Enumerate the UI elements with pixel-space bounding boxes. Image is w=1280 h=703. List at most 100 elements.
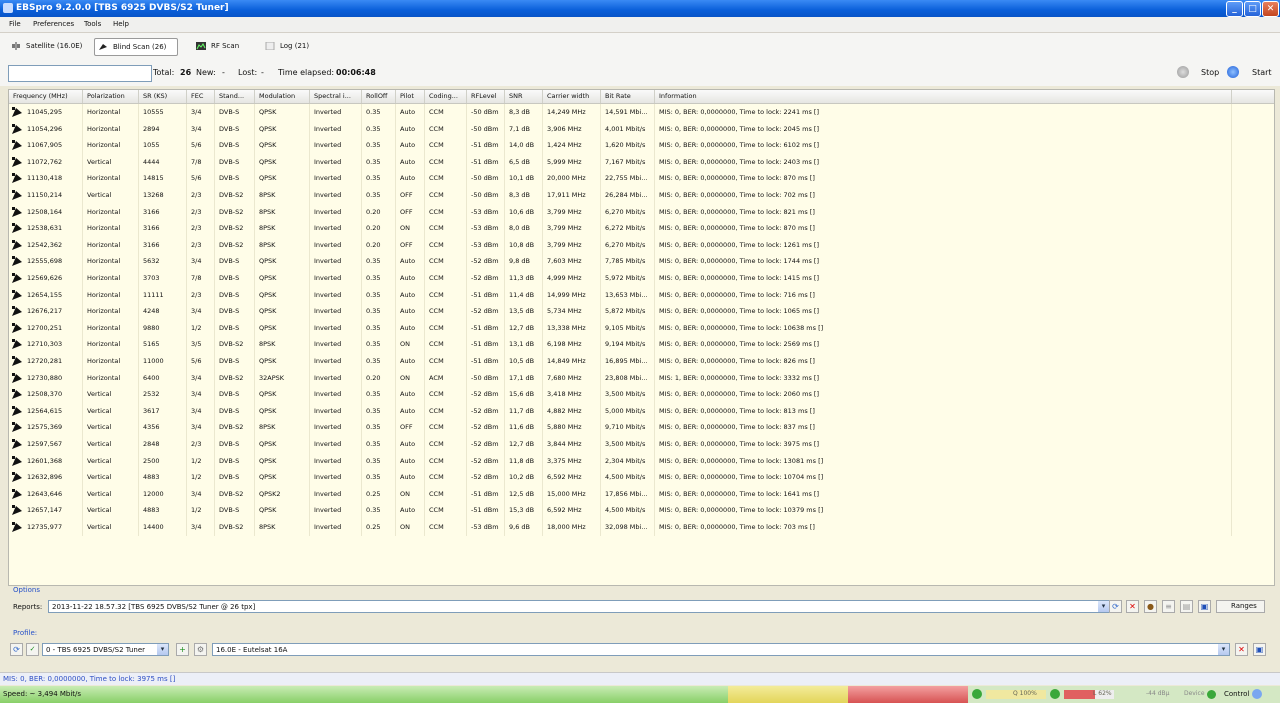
close-button[interactable]: ✕ xyxy=(1262,1,1279,17)
table-cell: 12,7 dB xyxy=(505,436,543,453)
table-row[interactable]: 12676,217 Horizontal 4248 3/4 DVB-S QPSK Inver… xyxy=(9,303,1274,320)
table-row[interactable]: 12654,155 Horizontal 11111 2/3 DVB-S QPSK Inve… xyxy=(9,286,1274,304)
table-row[interactable]: 12700,251 Horizontal 9880 1/2 DVB-S QPSK Inver… xyxy=(9,319,1274,337)
column-header[interactable]: Information xyxy=(655,90,1232,103)
table-row[interactable]: 12601,368 Vertical 2500 1/2 DVB-S QPSK Inverte… xyxy=(9,452,1274,470)
table-row[interactable]: 12508,164 Horizontal 3166 2/3 DVB-S2 8PSK Inve… xyxy=(9,203,1274,221)
column-header[interactable]: Polarization xyxy=(83,90,139,103)
control-icon[interactable] xyxy=(1252,689,1262,699)
table-row[interactable]: 12508,370 Vertical 2532 3/4 DVB-S QPSK Inverte… xyxy=(9,386,1274,403)
delete-report-button[interactable]: ✕ xyxy=(1126,600,1139,613)
column-header[interactable]: Bit Rate xyxy=(601,90,655,103)
globe-icon[interactable]: ● xyxy=(1144,600,1157,613)
maximize-button[interactable]: □ xyxy=(1244,1,1261,17)
total-value: 26 xyxy=(180,68,192,77)
reports-dropdown[interactable]: 2013-11-22 18.57.32 [TBS 6925 DVBS/S2 Tu… xyxy=(48,600,1110,613)
column-header[interactable]: Modulation xyxy=(255,90,310,103)
tuner-dropdown[interactable]: 0 - TBS 6925 DVBS/S2 Tuner ▾ xyxy=(42,643,169,656)
menu-bar: File Preferences Tools Help xyxy=(0,17,1280,33)
column-header[interactable]: Carrier width xyxy=(543,90,601,103)
table-cell: CCM xyxy=(425,469,467,486)
save-profile-button[interactable]: ▣ xyxy=(1253,643,1266,656)
tab-blind-scan[interactable]: Blind Scan (26) xyxy=(94,38,178,56)
menu-tools[interactable]: Tools xyxy=(84,20,101,28)
table-row[interactable]: 12569,626 Horizontal 3703 7/8 DVB-S QPSK Inver… xyxy=(9,270,1274,287)
menu-file[interactable]: File xyxy=(9,20,21,28)
table-row[interactable]: 11072,762 Vertical 4444 7/8 DVB-S QPSK Inverte… xyxy=(9,153,1274,171)
chevron-down-icon[interactable]: ▾ xyxy=(157,644,168,655)
enable-checkbox[interactable]: ✓ xyxy=(26,643,39,656)
table-cell: 5/6 xyxy=(187,170,215,187)
column-header[interactable]: FEC xyxy=(187,90,215,103)
menu-help[interactable]: Help xyxy=(113,20,129,28)
chevron-down-icon[interactable]: ▾ xyxy=(1098,601,1109,612)
table-row[interactable]: 12632,896 Vertical 4883 1/2 DVB-S QPSK Inverte… xyxy=(9,469,1274,486)
table-row[interactable]: 11067,905 Horizontal 1055 5/6 DVB-S QPSK Inver… xyxy=(9,137,1274,154)
table-cell: DVB-S xyxy=(215,303,255,320)
tab-satellite[interactable]: Satellite (16.0E) xyxy=(8,38,82,54)
column-header[interactable]: Pilot xyxy=(396,90,425,103)
start-button[interactable]: Start xyxy=(1252,68,1272,77)
table-cell: 17,1 dB xyxy=(505,369,543,387)
table-cell: 4,500 Mbit/s xyxy=(601,502,655,519)
table-row[interactable]: 12710,303 Horizontal 5165 3/5 DVB-S2 8PSK Inve… xyxy=(9,336,1274,353)
tab-rf-scan[interactable]: RF Scan xyxy=(193,38,239,54)
settings-icon[interactable]: ⚙ xyxy=(194,643,207,656)
column-header[interactable]: RollOff xyxy=(362,90,396,103)
column-header[interactable]: Frequency (MHz) xyxy=(9,90,83,103)
table-cell: Auto xyxy=(396,303,425,320)
menu-preferences[interactable]: Preferences xyxy=(33,20,74,28)
column-header[interactable]: SNR xyxy=(505,90,543,103)
dish-icon xyxy=(12,439,22,449)
column-header[interactable]: Spectral i... xyxy=(310,90,362,103)
column-header[interactable]: Stand... xyxy=(215,90,255,103)
stop-icon[interactable] xyxy=(1177,66,1189,78)
table-cell: MIS: 0, BER: 0,0000000, Time to lock: 12… xyxy=(655,236,1232,254)
chevron-down-icon[interactable]: ▾ xyxy=(1218,644,1229,655)
table-cell: DVB-S xyxy=(215,469,255,486)
column-header[interactable]: RFLevel xyxy=(467,90,505,103)
table-row[interactable]: 12575,369 Vertical 4356 3/4 DVB-S2 8PSK Invert… xyxy=(9,419,1274,436)
table-row[interactable]: 12564,615 Vertical 3617 3/4 DVB-S QPSK Inverte… xyxy=(9,402,1274,420)
table-cell: -51 dBm xyxy=(467,319,505,337)
add-profile-button[interactable]: + xyxy=(176,643,189,656)
stop-button[interactable]: Stop xyxy=(1201,68,1219,77)
start-icon[interactable] xyxy=(1227,66,1239,78)
refresh-reports-button[interactable]: ⟳ xyxy=(1109,600,1122,613)
list-icon[interactable]: ≡ xyxy=(1162,600,1175,613)
table-row[interactable]: 11045,295 Horizontal 10555 3/4 DVB-S QPSK Inve… xyxy=(9,104,1274,121)
minimize-button[interactable]: _ xyxy=(1226,1,1243,17)
table-row[interactable]: 12597,567 Vertical 2848 2/3 DVB-S QPSK Inverte… xyxy=(9,436,1274,453)
table-row[interactable]: 12735,977 Vertical 14400 3/4 DVB-S2 8PSK Inver… xyxy=(9,519,1274,536)
column-header[interactable]: SR (KS) xyxy=(139,90,187,103)
table-row[interactable]: 12643,646 Vertical 12000 3/4 DVB-S2 QPSK2 Inve… xyxy=(9,485,1274,503)
table-row[interactable]: 12542,362 Horizontal 3166 2/3 DVB-S2 8PSK Inve… xyxy=(9,236,1274,254)
column-header[interactable]: Coding... xyxy=(425,90,467,103)
dish-icon xyxy=(12,156,22,167)
ranges-button[interactable]: Ranges xyxy=(1216,600,1265,613)
table-cell: MIS: 0, BER: 0,0000000, Time to lock: 24… xyxy=(655,153,1232,171)
table-row[interactable]: 12555,698 Horizontal 5632 3/4 DVB-S QPSK Inver… xyxy=(9,253,1274,270)
table-cell: -52 dBm xyxy=(467,436,505,453)
satellite-dropdown[interactable]: 16.0E - Eutelsat 16A ▾ xyxy=(212,643,1230,656)
table-row[interactable]: 11054,296 Horizontal 2894 3/4 DVB-S QPSK Inver… xyxy=(9,120,1274,138)
tab-log[interactable]: Log (21) xyxy=(262,38,309,54)
refresh-profile-button[interactable]: ⟳ xyxy=(10,643,23,656)
table-cell: MIS: 0, BER: 0,0000000, Time to lock: 87… xyxy=(655,170,1232,187)
table-row[interactable]: 11130,418 Horizontal 14815 5/6 DVB-S QPSK Inve… xyxy=(9,170,1274,187)
table-cell: 11000 xyxy=(139,353,187,370)
export-icon[interactable]: ▤ xyxy=(1180,600,1193,613)
table-row[interactable]: 12720,281 Horizontal 11000 5/6 DVB-S QPSK Inve… xyxy=(9,353,1274,370)
control-label[interactable]: Control xyxy=(1224,690,1249,698)
save-icon[interactable]: ▣ xyxy=(1198,600,1211,613)
table-cell: MIS: 0, BER: 0,0000000, Time to lock: 81… xyxy=(655,402,1232,420)
table-row[interactable]: 12730,880 Horizontal 6400 3/4 DVB-S2 32APSK In… xyxy=(9,369,1274,387)
delete-profile-button[interactable]: ✕ xyxy=(1235,643,1248,656)
table-cell: Vertical xyxy=(83,502,139,519)
table-row[interactable]: 12657,147 Vertical 4883 1/2 DVB-S QPSK Inverte… xyxy=(9,502,1274,519)
table-row[interactable]: 11150,214 Vertical 13268 2/3 DVB-S2 8PSK Inver… xyxy=(9,187,1274,204)
table-cell: 0.35 xyxy=(362,336,396,353)
table-row[interactable]: 12538,631 Horizontal 3166 2/3 DVB-S2 8PSK Inve… xyxy=(9,220,1274,237)
search-input[interactable] xyxy=(8,65,152,82)
table-cell: 11,3 dB xyxy=(505,270,543,287)
